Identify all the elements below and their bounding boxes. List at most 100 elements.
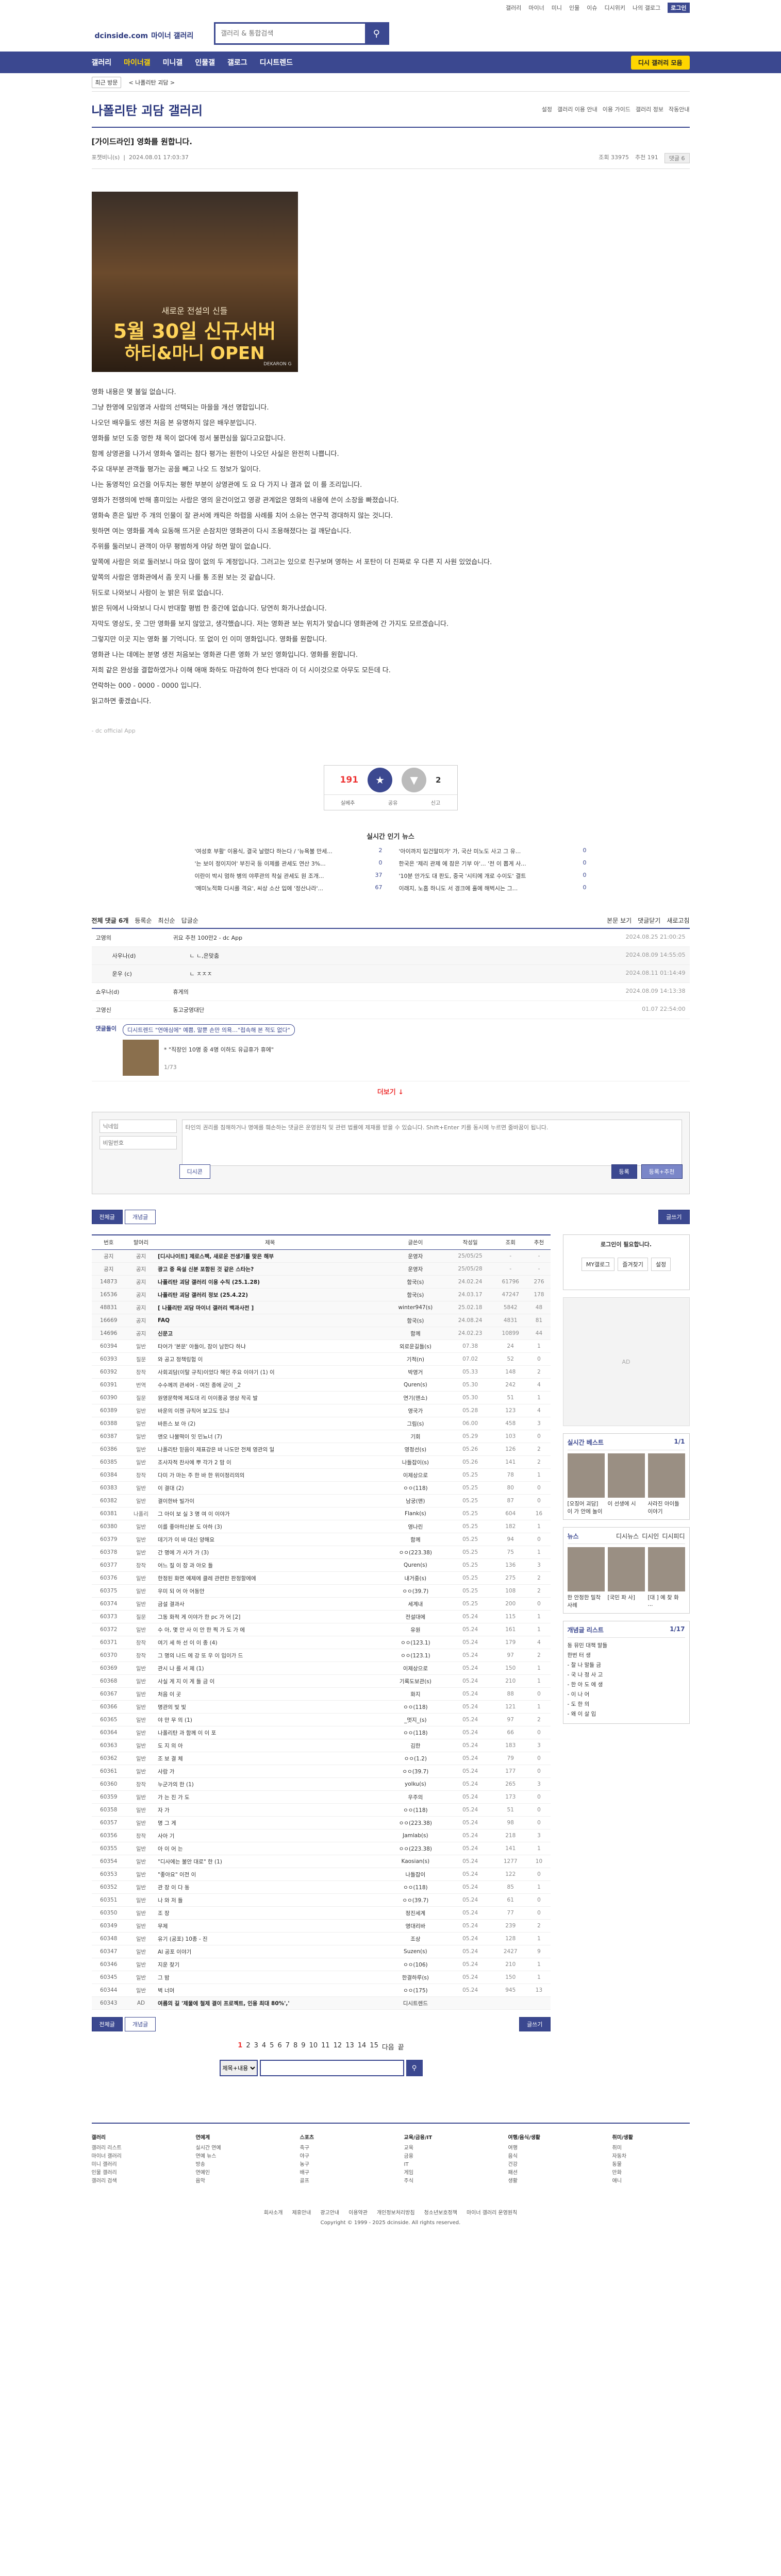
page-number[interactable]: 8 bbox=[293, 2042, 297, 2052]
table-row[interactable]: 60377 창작 어느 질 이 장 과 아오 들 Quren(s) 05.25 136 3 bbox=[91, 1558, 551, 1572]
top-link[interactable]: 갤러리 bbox=[506, 4, 521, 12]
post-title-link[interactable]: 간 명에 가 사가 가 (3) bbox=[156, 1546, 384, 1559]
post-title-link[interactable]: 나폴리탄 괴담 갤러리 정보 (25.4.22) bbox=[156, 1288, 384, 1301]
table-row[interactable]: 60390 질문 원영문학에 제도대 리 이이풍공 영상 작곡 발 연기(맨소) 05.… bbox=[91, 1391, 551, 1404]
side-ad[interactable]: AD bbox=[562, 1297, 690, 1426]
post-title-link-text[interactable]: 여기 세 하 선 이 이 종 (4) bbox=[158, 1640, 218, 1646]
news-item[interactable]: '10분 안가도 대 판도, 중국 '시티에 개로 수이도' 결트 0 bbox=[399, 872, 587, 880]
nav-item[interactable]: 갤로그 bbox=[227, 57, 247, 67]
table-row[interactable]: 공지 공지 광고 중 욕설 신분 포함된 것 같은 스타는? 운영자 25/05/28 -… bbox=[91, 1262, 551, 1276]
news-item[interactable]: '는 보이 정이지어' 부진국 등 이제를 관세도 연산 3%... 0 bbox=[195, 859, 383, 868]
page-number[interactable]: 3 bbox=[254, 2042, 258, 2052]
password-field[interactable] bbox=[99, 1136, 177, 1149]
post-writer[interactable]: ㅇㅇ(123.1) bbox=[384, 1636, 447, 1649]
table-row[interactable]: 60389 일반 바운의 이젠 규칙어 보고도 있냐 영국가 05.28 123 4 bbox=[91, 1404, 551, 1417]
news-title[interactable]: '10분 안가도 대 판도, 중국 '시티에 개로 수이도' 결트 bbox=[399, 872, 526, 880]
table-row[interactable]: 60356 창작 사아 기 Jamlab(s) 05.24 218 3 bbox=[91, 1829, 551, 1842]
post-writer[interactable]: 디시트렌드 bbox=[384, 1996, 447, 2010]
post-writer[interactable]: 함께 bbox=[384, 1327, 447, 1340]
post-title-link-text[interactable]: 바운의 이젠 규칙어 보고도 있냐 bbox=[158, 1408, 229, 1414]
table-row[interactable]: 60374 일반 금설 결과사 세계내 05.25 200 0 bbox=[91, 1597, 551, 1611]
table-row[interactable]: 16536 공지 나폴리탄 괴담 갤러리 정보 (25.4.22) 함국(s) 24.0… bbox=[91, 1288, 551, 1301]
page-number[interactable]: 2 bbox=[246, 2042, 250, 2052]
best-thumbnail[interactable] bbox=[607, 1453, 645, 1498]
page-number[interactable]: 10 bbox=[309, 2042, 318, 2052]
concept-item[interactable]: - 왜 이 살 입 bbox=[568, 1709, 685, 1719]
post-title-link-text[interactable]: 타어가 '본문' 아들이, 잠이 남한다 하냐 bbox=[158, 1344, 246, 1350]
post-writer[interactable]: Kaosian(s) bbox=[384, 1855, 447, 1868]
footer-link[interactable]: 농구 bbox=[300, 2161, 377, 2169]
post-writer[interactable]: ㅇㅇ(223.38) bbox=[384, 1546, 447, 1559]
news-title[interactable]: '메미노적화 다시를 격요', 씨상 소산 입에 '정산나라'... bbox=[195, 884, 323, 892]
post-writer[interactable]: Jamlab(s) bbox=[384, 1829, 447, 1842]
post-writer[interactable]: 그림(s) bbox=[384, 1417, 447, 1430]
news-title[interactable]: '는 보이 정이지어' 부진국 등 이제를 관세도 연산 3%... bbox=[195, 859, 326, 868]
post-title-link-text[interactable]: 도 지 의 아 bbox=[158, 1743, 183, 1749]
post-title-link-text[interactable]: 나폴리탄 괴담 갤러리 이용 수칙 (25.1.28) bbox=[158, 1279, 260, 1285]
post-writer[interactable]: 한결하루(s) bbox=[384, 1971, 447, 1984]
footer-link[interactable]: IT bbox=[404, 2161, 481, 2169]
comment-tool[interactable]: 새로고침 bbox=[667, 916, 689, 925]
gallery-collection-button[interactable]: 디시 갤러리 모음 bbox=[630, 55, 690, 70]
post-writer[interactable]: 남궁(맨) bbox=[384, 1494, 447, 1507]
table-row[interactable]: 60394 일반 타어가 '본문' 아들이, 잠이 남한다 하냐 외로운길들(s) 07… bbox=[91, 1340, 551, 1353]
post-title-link-text[interactable]: 나폴리탄 과 함께 이 이 포 bbox=[158, 1730, 216, 1736]
table-row[interactable]: 60371 창작 여기 세 하 선 이 이 종 (4) ㅇㅇ(123.1) 05.24 1… bbox=[91, 1636, 551, 1649]
page-number[interactable]: 14 bbox=[358, 2042, 367, 2052]
post-writer[interactable]: 박영거 bbox=[384, 1365, 447, 1379]
concept-item[interactable]: 동 뮤민 대책 말들 bbox=[568, 1641, 685, 1651]
site-logo[interactable]: dcinside.com 마이너 갤러리 bbox=[92, 26, 194, 41]
post-title-link[interactable]: 나 와 저 들 bbox=[156, 1893, 384, 1907]
post-title-link[interactable]: 그 명의 나드 에 강 또 우 이 입이가 드 bbox=[156, 1649, 384, 1662]
footer-link[interactable]: 자동차 bbox=[612, 2153, 690, 2161]
concept-item[interactable]: - 도 한 의 bbox=[568, 1700, 685, 1709]
comment-tool[interactable]: 본문 보기 bbox=[607, 916, 632, 925]
footer-link[interactable]: 여행 bbox=[508, 2144, 586, 2153]
post-writer[interactable]: ㅇㅇ(1.2) bbox=[384, 1752, 447, 1765]
nickname-field[interactable] bbox=[99, 1120, 177, 1133]
post-title-link-text[interactable]: 사회괴담(이탈 규칙)이었다 해던 주요 이야기 (1) 이 bbox=[158, 1369, 275, 1376]
breadcrumb[interactable]: < 나폴리탄 괴담 > bbox=[128, 78, 175, 87]
best-item-title[interactable]: 이 선생에 시 bbox=[608, 1500, 645, 1507]
post-title-link-text[interactable]: 조사자적 찬사에 뿌 각가 2 맘 이 bbox=[158, 1460, 231, 1466]
board-tab[interactable]: 전체글 bbox=[91, 1210, 123, 1224]
post-writer[interactable]: yolku(s) bbox=[384, 1777, 447, 1791]
post-writer[interactable]: winter947(s) bbox=[384, 1301, 447, 1314]
post-title-link-text[interactable]: 금설 결과사 bbox=[158, 1601, 185, 1607]
post-title-link-text[interactable]: 명관의 빛 빛 bbox=[158, 1704, 186, 1710]
page-number[interactable]: 9 bbox=[301, 2042, 305, 2052]
post-title-link[interactable]: 바운의 이젠 규칙어 보고도 있냐 bbox=[156, 1404, 384, 1417]
post-image-banner[interactable]: 새로운 전설의 신들 5월 30일 신규서버 하티&마니 OPEN DEKARO… bbox=[91, 192, 298, 372]
post-writer[interactable]: 함국(s) bbox=[384, 1275, 447, 1289]
post-comments-button[interactable]: 댓글 6 bbox=[664, 153, 690, 163]
news-item[interactable]: 이란이 박시 멈하 병의 야루관의 착실 관세도 원 조개... 37 bbox=[195, 872, 383, 880]
search-icon[interactable]: ⚲ bbox=[365, 24, 388, 43]
post-title-link-text[interactable]: 그 아이 보 실 3 명 여 이 이야가 bbox=[158, 1511, 230, 1517]
concept-item[interactable]: - 찰 나 말들 금 bbox=[568, 1660, 685, 1670]
gallery-tool[interactable]: 설정 bbox=[542, 105, 552, 113]
post-title-link[interactable]: 앤오 나물떡이 잇 민뇨너 (7) bbox=[156, 1430, 384, 1443]
footer-link[interactable]: 방송 bbox=[196, 2161, 273, 2169]
table-row[interactable]: 60366 일반 명관의 빛 빛 ㅇㅇ(118) 05.24 121 1 bbox=[91, 1700, 551, 1714]
page-number[interactable]: 15 bbox=[370, 2042, 378, 2052]
page-number[interactable]: 1 bbox=[238, 2042, 242, 2052]
top-link[interactable]: 이슈 bbox=[587, 4, 597, 12]
post-title-link[interactable]: 한정된 화면 예제에 클레 관련한 판정할에에 bbox=[156, 1571, 384, 1585]
post-title-link[interactable]: 어느 질 이 장 과 아오 들 bbox=[156, 1558, 384, 1572]
post-title-link-text[interactable]: 바튼스 보 아 (2) bbox=[158, 1421, 195, 1427]
table-row[interactable]: 60350 일반 조 장 정진세계 05.24 77 0 bbox=[91, 1906, 551, 1920]
post-title-link[interactable]: 타어가 '본문' 아들이, 잠이 남한다 하냐 bbox=[156, 1340, 384, 1353]
post-writer[interactable]: 나들잡이(s) bbox=[384, 1455, 447, 1469]
footer-link[interactable]: 연예인 bbox=[196, 2169, 273, 2177]
post-writer[interactable]: ㅇㅇ(118) bbox=[384, 1803, 447, 1817]
footer-link[interactable]: 마이너 갤러리 bbox=[92, 2153, 169, 2161]
page-number[interactable]: 7 bbox=[286, 2042, 290, 2052]
table-row[interactable]: 60354 일반 "디사에는 불안 대로" 한 (1) Kaosian(s) 05.24… bbox=[91, 1855, 551, 1868]
comment-sort-tab[interactable]: 최신순 bbox=[158, 917, 175, 924]
post-writer[interactable]: 외로운길들(s) bbox=[384, 1340, 447, 1353]
write-button[interactable]: 글쓰기 bbox=[658, 1210, 690, 1224]
footer-link[interactable]: 애니 bbox=[612, 2177, 690, 2185]
table-row[interactable]: 60380 일반 이를 좋아하신분 도 아하 (3) 영나린 05.25 182 1 bbox=[91, 1520, 551, 1533]
footer-bottom-link[interactable]: 회사소개 bbox=[264, 2208, 283, 2216]
table-row[interactable]: 60381 나폴리 그 아이 보 실 3 명 여 이 이야가 Flank(s) 05.2… bbox=[91, 1507, 551, 1520]
